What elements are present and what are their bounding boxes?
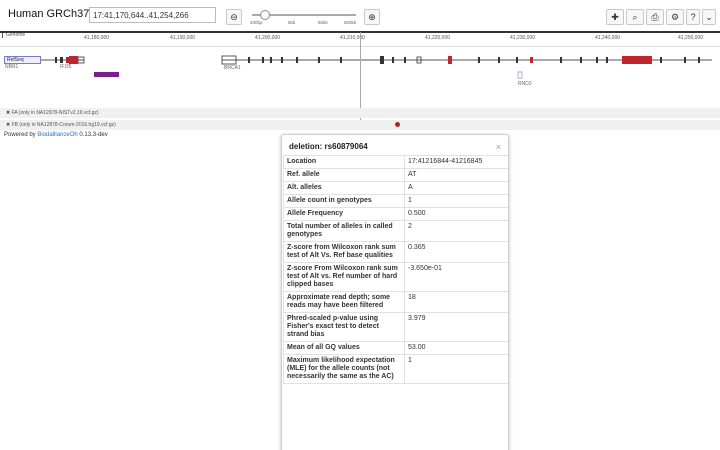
table-row: Allele count in genotypes 1 [283, 194, 508, 208]
ruler-label: 41,210,000 [340, 35, 366, 41]
zoom-tick-label: 50kb [318, 20, 328, 25]
row-key: Z-score From Wilcoxon rank sum test of A… [283, 262, 405, 292]
row-key: Allele count in genotypes [283, 194, 405, 208]
table-row: Z-score from Wilcoxon rank sum test of A… [283, 241, 508, 263]
toolbar: Human GRCh37 17:41,170,644..41,254,266 ⊖… [0, 0, 720, 32]
table-row: Location 17:41216844-41216845 [283, 155, 508, 169]
row-key: Alt. alleles [283, 181, 405, 195]
row-value: 0.365 [404, 241, 508, 263]
variant-info-table: Location 17:41216844-41216845 Ref. allele A… [283, 155, 508, 384]
powered-by: Powered by BiodallianceOh 0.13.3-dev [4, 132, 108, 138]
zoom-slider-handle[interactable] [260, 10, 270, 20]
ruler-label: 41,230,000 [510, 35, 536, 41]
row-key: Phred-scaled p-value using Fisher's exac… [283, 312, 405, 342]
table-row: Allele Frequency 0.500 [283, 207, 508, 221]
track-label-fa[interactable]: ✖ FA (only in NA12878-NISTv2.19.vcf.gz) [0, 108, 720, 118]
gene-label: BRCA1 [224, 65, 241, 71]
row-value: 2 [404, 220, 508, 242]
help-icon[interactable]: ? [686, 9, 700, 25]
table-row: Ref. allele AT [283, 168, 508, 182]
row-value: AT [404, 168, 508, 182]
track-label-fb[interactable]: ✖ FB (only in NA12878-Corum-2016.hg19.vc… [0, 120, 720, 130]
ruler-track-name: Genome [6, 32, 26, 38]
variant-popup: deletion: rs60879064 × Location 17:412168… [281, 134, 509, 450]
add-track-button[interactable]: ✚ [606, 9, 624, 25]
refseq-track-tag[interactable]: RefSeq [4, 56, 41, 64]
row-value: 18 [404, 291, 508, 313]
table-row: Alt. alleles A [283, 181, 508, 195]
gene-label: RND2 [518, 81, 532, 87]
gene-label: IFI35 [60, 64, 72, 70]
popup-title: deletion: rs60879064 [289, 142, 368, 151]
zoom-out-button[interactable]: ⊖ [226, 9, 242, 25]
ruler-label: 41,240,000 [595, 35, 621, 41]
zoom-in-button[interactable]: ⊕ [364, 9, 380, 25]
row-key: Allele Frequency [283, 207, 405, 221]
close-icon[interactable]: × [496, 142, 501, 152]
row-key: Z-score from Wilcoxon rank sum test of A… [283, 241, 405, 263]
table-row: Maximum likelihood expectation (MLE) for… [283, 354, 508, 384]
gene-label: NBR1 [5, 64, 19, 70]
chevron-down-icon[interactable]: ⌄ [702, 9, 716, 25]
zoom-tick-label: 200bp [250, 20, 263, 25]
variant-marker[interactable] [395, 122, 400, 127]
genome-title: Human GRCh37 [8, 8, 90, 20]
row-key: Ref. allele [283, 168, 405, 182]
ruler-label: 41,220,000 [425, 35, 451, 41]
print-icon[interactable]: ⎙ [646, 9, 664, 25]
version-text: 0.13.3-dev [77, 132, 108, 138]
row-key: Location [283, 155, 405, 169]
row-value: -3.650e-01 [404, 262, 508, 292]
zoom-tick-label: 5kb [288, 20, 296, 25]
table-row: Total number of alleles in called genoty… [283, 220, 508, 242]
row-value: 1 [404, 194, 508, 208]
row-value: 53.00 [404, 341, 508, 355]
row-value: A [404, 181, 508, 195]
row-value: 3.979 [404, 312, 508, 342]
table-row: Phred-scaled p-value using Fisher's exac… [283, 312, 508, 342]
table-row: Z-score From Wilcoxon rank sum test of A… [283, 262, 508, 292]
row-key: Total number of alleles in called genoty… [283, 220, 405, 242]
ruler-label: 41,180,000 [84, 35, 110, 41]
row-value: 0.500 [404, 207, 508, 221]
location-input[interactable]: 17:41,170,644..41,254,266 [89, 7, 216, 23]
row-value: 17:41216844-41216845 [404, 155, 508, 169]
gear-icon[interactable]: ⚙ [666, 9, 684, 25]
zoom-slider[interactable]: 200bp 5kb 50kb 500kb [248, 10, 360, 25]
table-row: Mean of all GQ values 53.00 [283, 341, 508, 355]
row-key: Approximate read depth; some reads may h… [283, 291, 405, 313]
ruler-label: 41,190,000 [170, 35, 196, 41]
powered-prefix: Powered by [4, 132, 38, 138]
biodalliance-link[interactable]: BiodallianceOh [37, 132, 77, 138]
zoom-tick-label: 500kb [344, 20, 357, 25]
binoculars-icon[interactable]: ⌕ [626, 9, 644, 25]
ruler-label: 41,200,000 [255, 35, 281, 41]
ruler-label: 41,250,000 [678, 35, 704, 41]
row-key: Mean of all GQ values [283, 341, 405, 355]
table-row: Approximate read depth; some reads may h… [283, 291, 508, 313]
row-key: Maximum likelihood expectation (MLE) for… [283, 354, 405, 384]
row-value: 1 [404, 354, 508, 384]
